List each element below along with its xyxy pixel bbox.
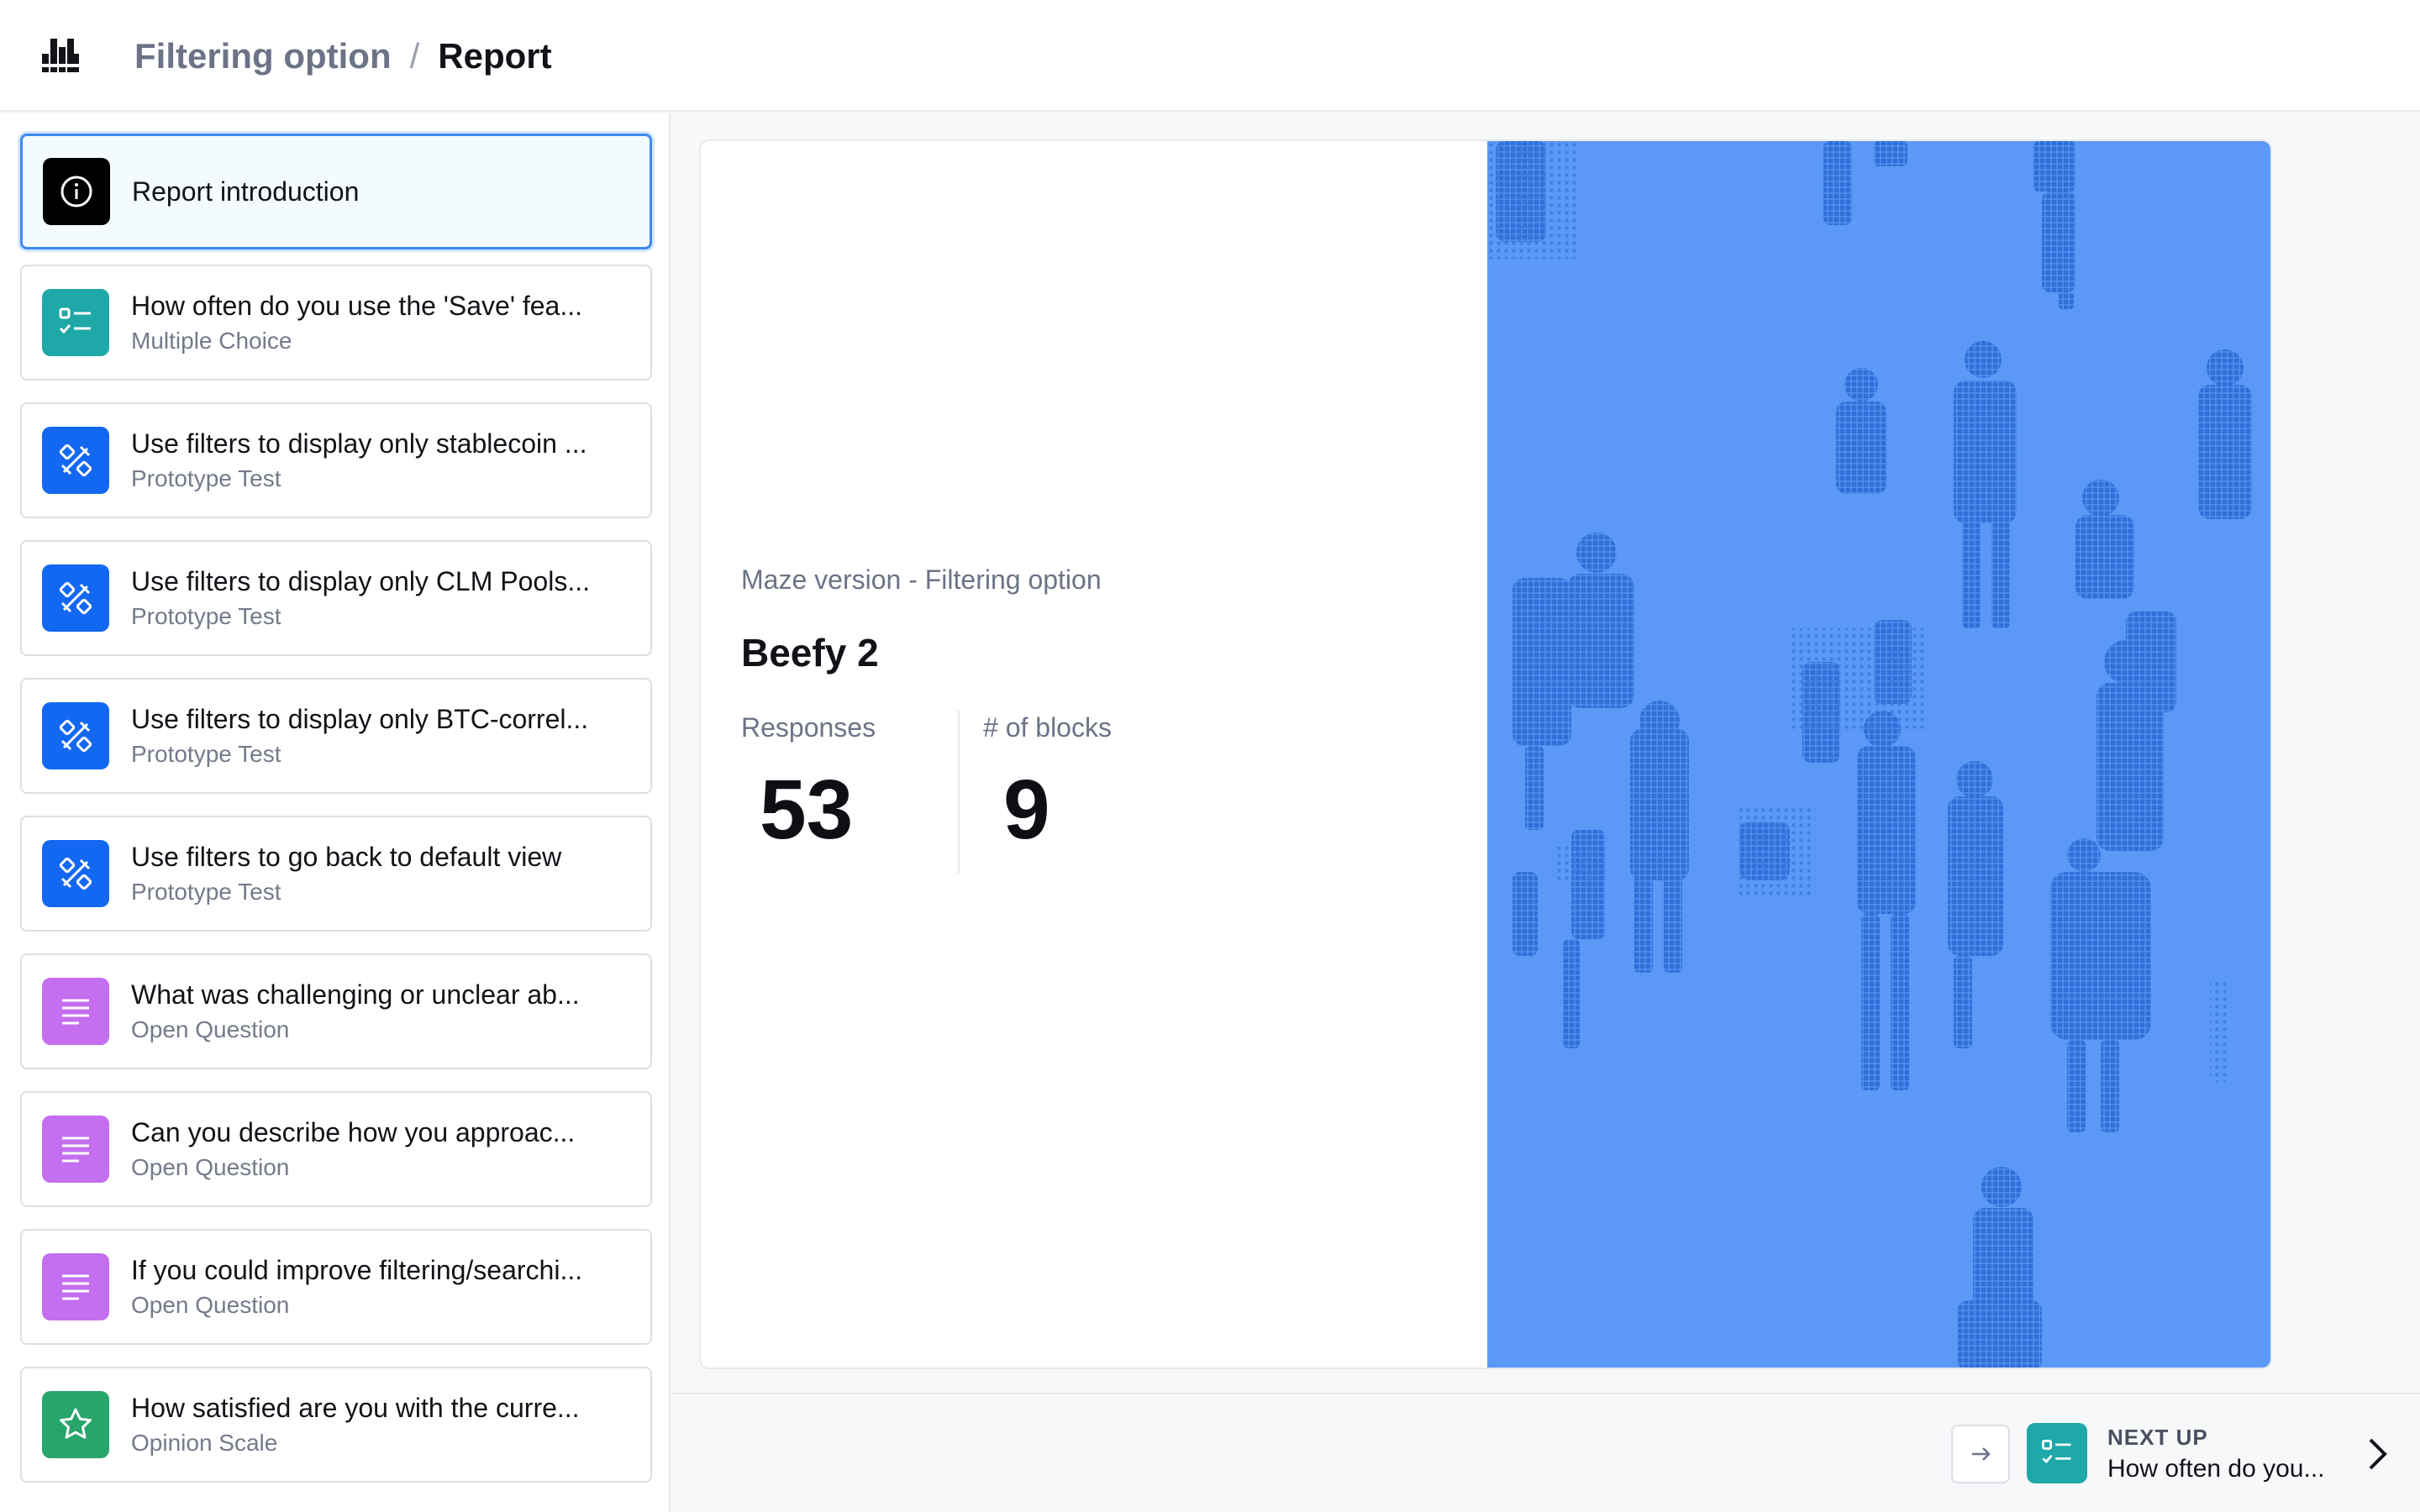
block-prototype-clm-pools[interactable]: Use filters to display only CLM Pools...… <box>20 540 652 656</box>
next-up-label: NEXT UP <box>2107 1425 2208 1450</box>
report-intro-card: Maze version - Filtering option Beefy 2 … <box>699 139 2272 1369</box>
block-title: How satisfied are you with the curre... <box>131 1393 580 1423</box>
multiple-choice-icon[interactable] <box>2027 1423 2087 1483</box>
block-title: Report introduction <box>132 176 360 207</box>
open-question-icon <box>42 1253 109 1320</box>
prototype-icon <box>42 702 109 769</box>
block-type: Prototype Test <box>131 879 281 905</box>
maze-version: Maze version - Filtering option <box>741 564 1102 595</box>
block-type: Open Question <box>131 1154 290 1180</box>
responses-stat: Responses 53 <box>741 712 951 858</box>
blocks-stat: # of blocks 9 <box>960 712 1170 858</box>
block-title: Can you describe how you approac... <box>131 1117 576 1147</box>
prototype-icon <box>42 840 109 907</box>
maze-summary: Maze version - Filtering option Beefy 2 … <box>741 141 1430 1368</box>
block-multiple-choice[interactable]: How often do you use the 'Save' fea... M… <box>20 265 652 381</box>
block-type: Open Question <box>131 1292 290 1318</box>
blocks-sidebar: Report introduction How often do you use… <box>0 113 671 1512</box>
breadcrumb-current: Report <box>438 35 552 76</box>
breadcrumb-separator: / <box>409 35 420 76</box>
open-question-icon <box>42 978 109 1045</box>
block-type: Opinion Scale <box>131 1430 278 1456</box>
arrow-right-icon <box>1972 1447 1991 1461</box>
block-type: Prototype Test <box>131 741 281 767</box>
block-prototype-btc[interactable]: Use filters to display only BTC-correl..… <box>20 678 652 794</box>
block-title: What was challenging or unclear ab... <box>131 979 580 1010</box>
stat-value: 9 <box>1003 763 1050 857</box>
block-type: Prototype Test <box>131 603 281 629</box>
maze-title: Beefy 2 <box>741 631 879 675</box>
block-report-introduction[interactable]: Report introduction <box>20 134 652 249</box>
star-icon <box>42 1391 109 1458</box>
block-open-question-improve[interactable]: If you could improve filtering/searchi..… <box>20 1229 652 1345</box>
block-open-question-approach[interactable]: Can you describe how you approac... Open… <box>20 1091 652 1207</box>
cover-image <box>1487 141 2270 1368</box>
stat-value: 53 <box>760 763 854 857</box>
prototype-icon <box>42 564 109 632</box>
multiple-choice-icon <box>42 289 109 356</box>
block-prototype-default-view[interactable]: Use filters to go back to default view P… <box>20 816 652 932</box>
open-question-icon <box>42 1116 109 1183</box>
chevron-right-icon[interactable] <box>2353 1430 2402 1478</box>
info-icon <box>43 158 110 225</box>
breadcrumb-parent[interactable]: Filtering option <box>134 36 392 76</box>
block-opinion-scale[interactable]: How satisfied are you with the curre... … <box>20 1367 652 1483</box>
block-title: Use filters to display only BTC-correl..… <box>131 704 589 734</box>
block-prototype-stablecoin[interactable]: Use filters to display only stablecoin .… <box>20 402 652 518</box>
stat-label: # of blocks <box>983 712 1112 743</box>
footer-navigation: NEXT UP How often do you... <box>672 1393 2420 1512</box>
prototype-icon <box>42 427 109 494</box>
block-type: Multiple Choice <box>131 328 292 354</box>
block-title: Use filters to go back to default view <box>131 842 562 872</box>
block-title: Use filters to display only CLM Pools... <box>131 566 590 596</box>
block-title: Use filters to display only stablecoin .… <box>131 428 587 459</box>
stat-label: Responses <box>741 712 876 743</box>
maze-logo-icon[interactable] <box>40 35 81 76</box>
block-type: Open Question <box>131 1016 290 1042</box>
block-type: Prototype Test <box>131 465 281 491</box>
crowd-halftone-illustration <box>1487 141 2252 1368</box>
block-open-question-challenging[interactable]: What was challenging or unclear ab... Op… <box>20 953 652 1069</box>
next-arrow-button[interactable] <box>1951 1425 2010 1483</box>
top-bar: Filtering option / Report <box>0 0 2420 112</box>
block-title: If you could improve filtering/searchi..… <box>131 1255 583 1285</box>
breadcrumb: Filtering option / Report <box>134 0 552 112</box>
block-title: How often do you use the 'Save' fea... <box>131 291 582 321</box>
next-up-title[interactable]: How often do you... <box>2107 1455 2325 1483</box>
